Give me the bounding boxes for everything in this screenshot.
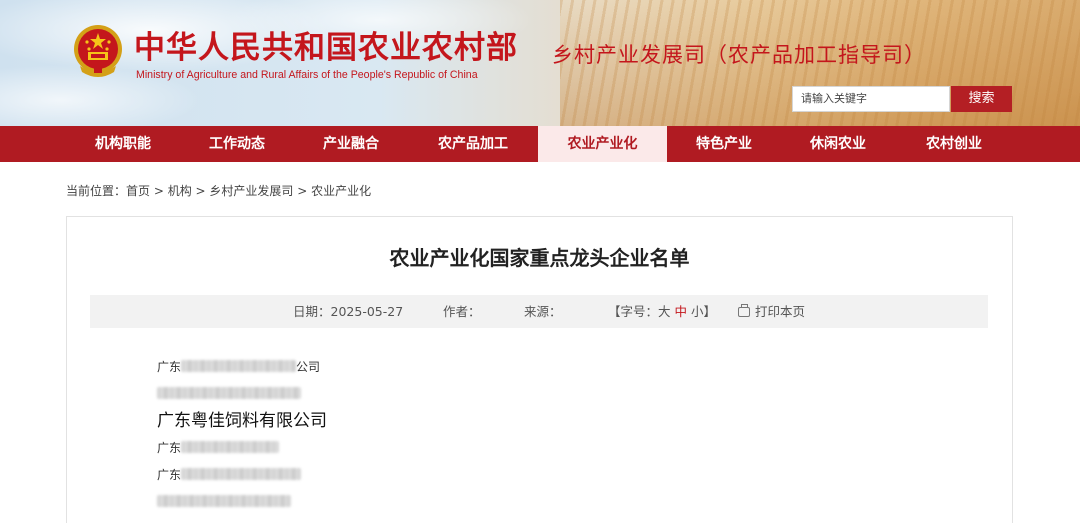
header-banner: 中华人民共和国农业农村部 Ministry of Agriculture and… [0,0,1080,126]
source-label: 来源： [524,304,562,319]
font-size-small[interactable]: 小 [691,304,704,319]
redacted-text [157,495,291,507]
breadcrumb-home[interactable]: 首页 [126,184,150,198]
list-item: 广东 [157,439,280,457]
search-input[interactable] [792,86,950,112]
nav-item-agri-industrialization[interactable]: 农业产业化 [538,126,667,162]
print-label: 打印本页 [755,304,806,319]
list-item [157,385,301,403]
search-button[interactable]: 搜索 [951,86,1012,112]
list-item-highlighted: 广东粤佳饲料有限公司 [157,410,327,432]
breadcrumb: 当前位置：首页 > 机构 > 乡村产业发展司 > 农业产业化 [66,182,666,200]
breadcrumb-org[interactable]: 机构 [168,184,192,198]
redacted-text [157,387,301,399]
nav-item-specialty-industry[interactable]: 特色产业 [667,126,781,162]
nav-item-industry-integration[interactable]: 产业融合 [294,126,408,162]
national-emblem-icon [74,25,122,77]
redacted-text [181,360,297,372]
list-item [157,493,291,511]
redacted-text [181,468,302,480]
list-item: 广东 [157,466,302,484]
date-value: 2025-05-27 [330,304,404,319]
breadcrumb-department[interactable]: 乡村产业发展司 [209,184,293,198]
nav-item-agri-processing[interactable]: 农产品加工 [408,126,538,162]
breadcrumb-current[interactable]: 农业产业化 [311,184,371,198]
nav-item-rural-entrepreneurship[interactable]: 农村创业 [895,126,1013,162]
main-nav: 机构职能 工作动态 产业融合 农产品加工 农业产业化 特色产业 休闲农业 农村创… [0,126,1080,162]
breadcrumb-separator: > [293,184,312,198]
nav-item-org-functions[interactable]: 机构职能 [66,126,180,162]
company-suffix: 公司 [296,360,321,374]
article-container: 农业产业化国家重点龙头企业名单 日期：2025-05-27 作者： 来源： 【字… [66,216,1013,523]
ministry-name-en: Ministry of Agriculture and Rural Affair… [136,69,478,81]
font-size-large[interactable]: 大 [658,304,671,319]
print-page-link[interactable]: 打印本页 [738,295,805,328]
font-size-medium[interactable]: 中 [675,304,688,319]
company-prefix: 广东 [157,441,182,455]
article-title: 农业产业化国家重点龙头企业名单 [389,246,690,270]
company-prefix: 广东 [157,360,182,374]
font-size-open: 【字号： [608,304,659,319]
date-label: 日期： [293,304,331,319]
breadcrumb-prefix: 当前位置： [66,184,127,198]
list-item: 广东 公司 [157,358,320,376]
nav-item-work-news[interactable]: 工作动态 [180,126,294,162]
font-size-switcher: 【字号：大 中 小】 [608,295,716,328]
breadcrumb-separator: > [150,184,168,198]
author-label: 作者： [443,304,481,319]
ministry-name-cn: 中华人民共和国农业农村部 [134,30,518,66]
company-prefix: 广东 [157,468,182,482]
department-name: 乡村产业发展司（农产品加工指导司） [552,43,926,67]
breadcrumb-separator: > [191,184,210,198]
company-name: 广东粤佳饲料有限公司 [157,411,327,431]
printer-icon [738,304,750,317]
date-info: 日期：2025-05-27 [293,295,403,328]
article-meta-bar: 日期：2025-05-27 作者： 来源： 【字号：大 中 小】 打印本页 [90,295,988,328]
redacted-text [181,441,280,453]
font-size-close: 】 [703,304,717,319]
nav-item-leisure-agriculture[interactable]: 休闲农业 [781,126,895,162]
